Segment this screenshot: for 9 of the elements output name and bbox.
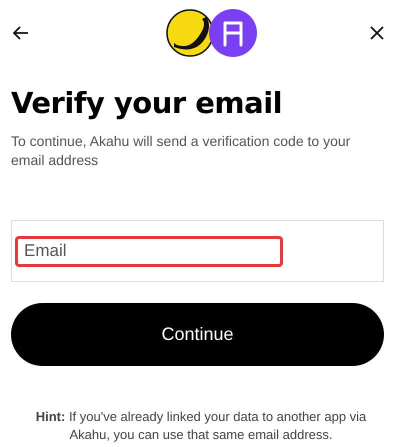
hint-text: Hint: If you've already linked your data to another app via Akahu, you can use that same email address. (34, 408, 368, 444)
instruction-text: To continue, Akahu will send a verification code to your email address (11, 132, 352, 170)
continue-button[interactable]: Continue (11, 303, 384, 366)
akahu-logo-icon (209, 9, 257, 57)
back-icon[interactable] (13, 26, 29, 40)
close-icon[interactable] (370, 26, 384, 40)
page-title: Verify your email (11, 86, 284, 120)
email-input[interactable]: Email (15, 236, 283, 266)
email-field[interactable]: Email (11, 220, 384, 282)
